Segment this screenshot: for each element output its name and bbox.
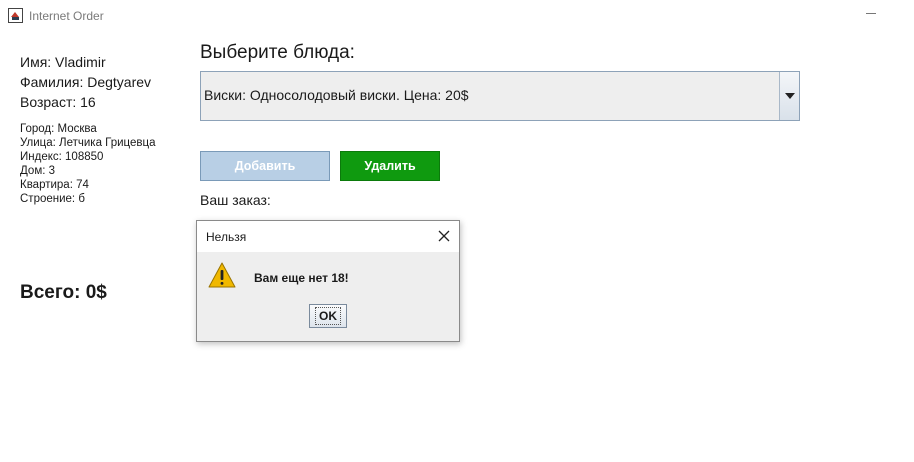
title-bar: Internet Order <box>0 0 914 31</box>
address-house: Дом: 3 <box>20 165 56 177</box>
warning-dialog: Нельзя Вам еще нет 18! OK <box>196 220 460 342</box>
user-surname: Фамилия: Degtyarev <box>20 74 152 90</box>
choose-dish-label: Выберите блюда: <box>200 42 355 63</box>
dialog-title: Нельзя <box>206 230 247 244</box>
address-block: Город: Москва Улица: Летчика Грицевца Ин… <box>20 122 156 206</box>
add-button[interactable]: Добавить <box>200 151 330 181</box>
close-icon[interactable] <box>436 228 452 244</box>
order-total: Всего: 0$ <box>20 282 107 303</box>
address-apartment: Квартира: 74 <box>20 179 89 191</box>
ok-button[interactable]: OK <box>309 304 347 328</box>
warning-icon <box>208 262 236 288</box>
address-city: Город: Москва <box>20 123 97 135</box>
dish-select-value: Виски: Односолодовый виски. Цена: 20$ <box>204 87 469 103</box>
delete-button[interactable]: Удалить <box>340 151 440 181</box>
user-age: Возраст: 16 <box>20 94 96 110</box>
dialog-title-bar: Нельзя <box>197 221 459 252</box>
user-name: Имя: Vladimir <box>20 54 106 70</box>
your-order-label: Ваш заказ: <box>200 192 271 208</box>
java-cup-icon <box>8 8 23 23</box>
address-street: Улица: Летчика Грицевца <box>20 137 156 149</box>
address-building: Строение: б <box>20 193 85 205</box>
address-index: Индекс: 108850 <box>20 151 104 163</box>
dialog-message: Вам еще нет 18! <box>254 271 349 285</box>
minimize-button[interactable] <box>864 6 878 20</box>
window-title: Internet Order <box>29 9 104 23</box>
dish-select[interactable]: Виски: Односолодовый виски. Цена: 20$ <box>200 71 800 121</box>
user-info: Имя: Vladimir Фамилия: Degtyarev Возраст… <box>20 52 151 112</box>
ok-button-label: OK <box>315 307 341 325</box>
chevron-down-icon[interactable] <box>779 72 799 120</box>
